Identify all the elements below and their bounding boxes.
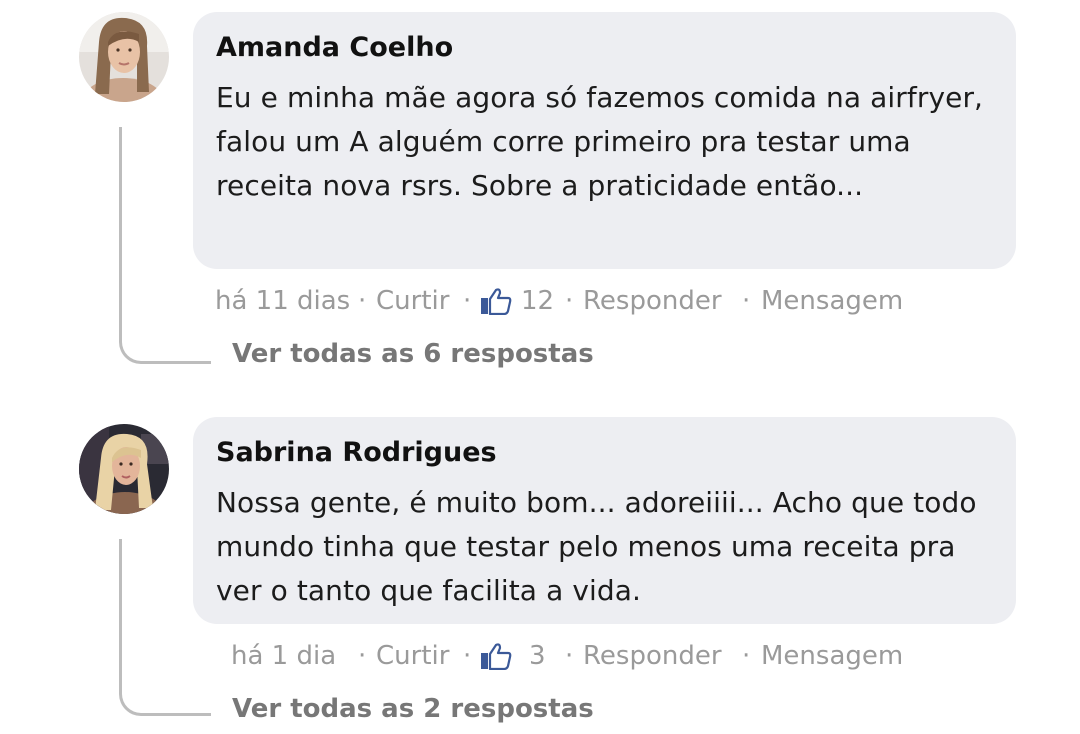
thumbs-up-icon[interactable] [480, 287, 512, 315]
comment-text: Nossa gente, é muito bom... adoreiiii...… [216, 486, 977, 607]
separator: · [463, 286, 472, 316]
comment-bubble: Amanda Coelho Eu e minha mãe agora só fa… [193, 12, 1016, 269]
separator: · [565, 286, 574, 316]
separator: · [565, 641, 574, 671]
comment-timestamp: há 11 dias [215, 286, 351, 316]
like-count: 12 [521, 286, 555, 316]
comment-bubble: Sabrina Rodrigues Nossa gente, é muito b… [193, 417, 1016, 624]
comment-text: Eu e minha mãe agora só fazemos comida n… [216, 81, 984, 202]
thumbs-up-icon[interactable] [480, 642, 512, 670]
separator: · [358, 286, 367, 316]
reply-button[interactable]: Responder [583, 283, 722, 319]
like-count: 3 [529, 641, 546, 671]
message-button[interactable]: Mensagem [761, 638, 903, 674]
like-button[interactable]: Curtir [376, 638, 449, 674]
like-button[interactable]: Curtir [376, 283, 449, 319]
reply-button[interactable]: Responder [583, 638, 722, 674]
separator: · [463, 641, 472, 671]
avatar[interactable] [79, 12, 169, 102]
comment-author[interactable]: Sabrina Rodrigues [216, 435, 992, 471]
separator: · [358, 641, 367, 671]
avatar[interactable] [79, 424, 169, 514]
comment-actions: há 11 dias · Curtir · 12 · Responder · M… [215, 283, 935, 319]
comment-timestamp: há 1 dia [231, 641, 337, 671]
separator: · [742, 641, 751, 671]
message-button[interactable]: Mensagem [761, 283, 903, 319]
comment-author[interactable]: Amanda Coelho [216, 30, 992, 66]
comment-actions: há 1 dia · Curtir · 3 · Responder · Mens… [215, 638, 935, 674]
view-replies-link[interactable]: Ver todas as 6 respostas [232, 337, 594, 371]
separator: · [742, 286, 751, 316]
view-replies-link[interactable]: Ver todas as 2 respostas [232, 692, 594, 726]
